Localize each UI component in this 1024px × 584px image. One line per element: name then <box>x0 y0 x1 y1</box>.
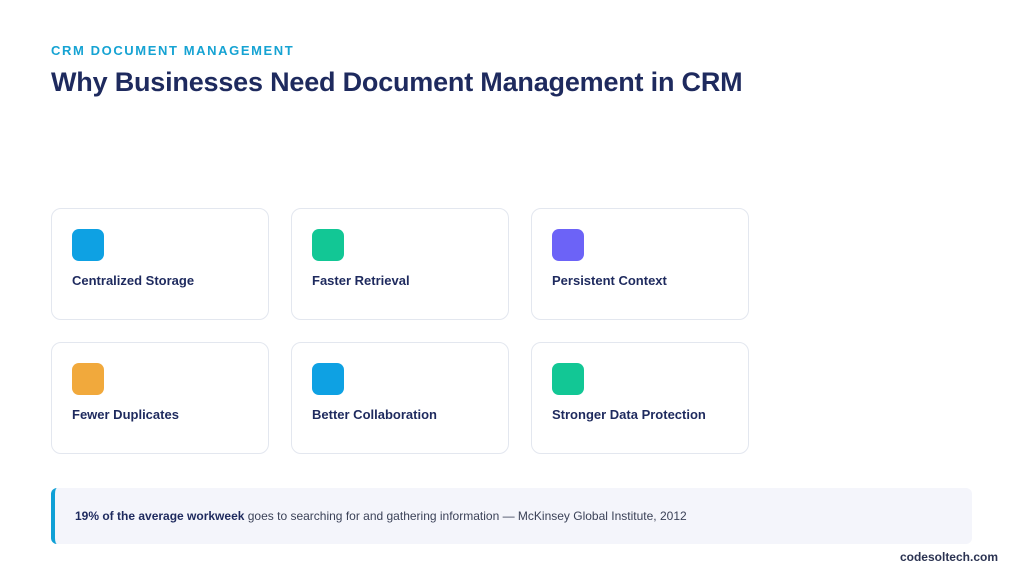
category-swatch-icon <box>552 229 584 261</box>
benefit-label: Stronger Data Protection <box>552 407 706 422</box>
eyebrow-label: CRM DOCUMENT MANAGEMENT <box>51 43 295 58</box>
benefit-card-stronger-data-protection: Stronger Data Protection <box>531 342 749 454</box>
benefit-label: Fewer Duplicates <box>72 407 179 422</box>
category-swatch-icon <box>312 363 344 395</box>
category-swatch-icon <box>72 363 104 395</box>
benefit-label: Better Collaboration <box>312 407 437 422</box>
benefit-card-faster-retrieval: Faster Retrieval <box>291 208 509 320</box>
benefit-card-centralized-storage: Centralized Storage <box>51 208 269 320</box>
page-title: Why Businesses Need Document Management … <box>51 67 743 97</box>
category-swatch-icon <box>312 229 344 261</box>
benefit-label: Centralized Storage <box>72 273 195 288</box>
benefit-label: Faster Retrieval <box>312 273 410 288</box>
benefit-card-better-collaboration: Better Collaboration <box>291 342 509 454</box>
category-swatch-icon <box>552 363 584 395</box>
callout-highlight: 19% of the average workweek <box>75 509 245 523</box>
footer-brand: codesoltech.com <box>899 550 998 564</box>
callout-rest: goes to searching for and gathering info… <box>244 509 687 523</box>
benefit-card-fewer-duplicates: Fewer Duplicates <box>51 342 269 454</box>
benefit-label: Persistent Context <box>552 273 667 288</box>
benefit-card-persistent-context: Persistent Context <box>531 208 749 320</box>
callout-text: 19% of the average workweek goes to sear… <box>75 509 687 523</box>
statistic-callout: 19% of the average workweek goes to sear… <box>51 488 972 544</box>
category-swatch-icon <box>72 229 104 261</box>
